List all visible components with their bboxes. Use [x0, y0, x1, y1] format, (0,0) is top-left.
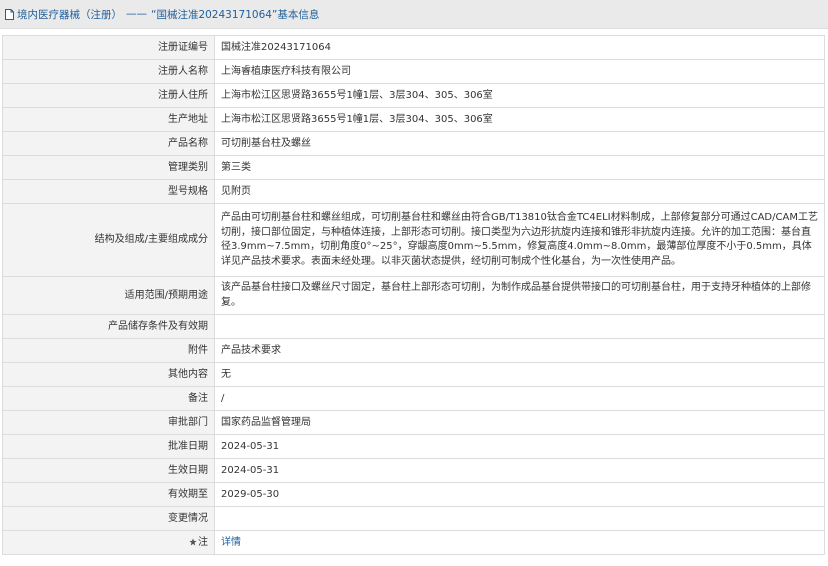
- breadcrumb-current: “国械注准20243171064”基本信息: [151, 8, 320, 21]
- row-label: 变更情况: [2, 506, 215, 531]
- row-label: 管理类别: [2, 155, 215, 180]
- row-value: 2024-05-31: [214, 458, 825, 483]
- table-row: 生效日期 2024-05-31: [2, 458, 825, 483]
- table-row: 批准日期 2024-05-31: [2, 434, 825, 459]
- row-value: [214, 314, 825, 339]
- row-value: [214, 506, 825, 531]
- details-link[interactable]: 详情: [221, 537, 241, 548]
- row-value: 2029-05-30: [214, 482, 825, 507]
- row-label: 生产地址: [2, 107, 215, 132]
- table-row: 产品储存条件及有效期: [2, 314, 825, 339]
- row-label: 审批部门: [2, 410, 215, 435]
- row-label: 批准日期: [2, 434, 215, 459]
- row-label: 备注: [2, 386, 215, 411]
- row-label: 产品名称: [2, 131, 215, 156]
- star-icon: [189, 537, 197, 545]
- breadcrumb-header: 境内医疗器械（注册） —— “国械注准20243171064”基本信息: [0, 0, 828, 29]
- table-row: 注册人住所 上海市松江区思贤路3655号1幢1层、3层304、305、306室: [2, 83, 825, 108]
- row-label: 产品储存条件及有效期: [2, 314, 215, 339]
- row-label: 注册证编号: [2, 35, 215, 60]
- row-value: 上海市松江区思贤路3655号1幢1层、3层304、305、306室: [214, 83, 825, 108]
- note-label: 注: [198, 536, 208, 548]
- row-label: 其他内容: [2, 362, 215, 387]
- table-row: 注册证编号 国械注准20243171064: [2, 35, 825, 60]
- row-value: 国械注准20243171064: [214, 35, 825, 60]
- row-value: 可切削基台柱及螺丝: [214, 131, 825, 156]
- row-value: 2024-05-31: [214, 434, 825, 459]
- table-row: 适用范围/预期用途 该产品基台柱接口及螺丝尺寸固定，基台柱上部形态可切削，为制作…: [2, 276, 825, 315]
- table-row: 附件 产品技术要求: [2, 338, 825, 363]
- table-row: 注册人名称 上海睿植康医疗科技有限公司: [2, 59, 825, 84]
- note-row: 注 详情: [2, 530, 825, 555]
- info-table: 注册证编号 国械注准20243171064 注册人名称 上海睿植康医疗科技有限公…: [2, 35, 825, 555]
- table-row: 生产地址 上海市松江区思贤路3655号1幢1层、3层304、305、306室: [2, 107, 825, 132]
- row-label: 适用范围/预期用途: [2, 276, 215, 315]
- row-label: 结构及组成/主要组成成分: [2, 203, 215, 277]
- row-value: 上海市松江区思贤路3655号1幢1层、3层304、305、306室: [214, 107, 825, 132]
- row-value: 见附页: [214, 179, 825, 204]
- table-row: 变更情况: [2, 506, 825, 531]
- table-row: 管理类别 第三类: [2, 155, 825, 180]
- note-value: 详情: [214, 530, 825, 555]
- row-value: 该产品基台柱接口及螺丝尺寸固定，基台柱上部形态可切削，为制作成品基台提供带接口的…: [214, 276, 825, 315]
- row-value: 无: [214, 362, 825, 387]
- row-value: 国家药品监督管理局: [214, 410, 825, 435]
- row-value: 产品技术要求: [214, 338, 825, 363]
- table-row: 产品名称 可切削基台柱及螺丝: [2, 131, 825, 156]
- table-row: 审批部门 国家药品监督管理局: [2, 410, 825, 435]
- table-row: 有效期至 2029-05-30: [2, 482, 825, 507]
- row-value: 第三类: [214, 155, 825, 180]
- table-row: 结构及组成/主要组成成分 产品由可切削基台柱和螺丝组成，可切削基台柱和螺丝由符合…: [2, 203, 825, 277]
- row-value: /: [214, 386, 825, 411]
- table-row: 型号规格 见附页: [2, 179, 825, 204]
- row-label: 有效期至: [2, 482, 215, 507]
- row-label: 生效日期: [2, 458, 215, 483]
- table-row: 其他内容 无: [2, 362, 825, 387]
- document-icon: [5, 8, 14, 20]
- breadcrumb-separator: ——: [126, 8, 147, 20]
- row-label: 附件: [2, 338, 215, 363]
- row-value: 产品由可切削基台柱和螺丝组成，可切削基台柱和螺丝由符合GB/T13810钛合金T…: [214, 203, 825, 277]
- row-label: 注册人住所: [2, 83, 215, 108]
- row-label: 型号规格: [2, 179, 215, 204]
- row-label: 注册人名称: [2, 59, 215, 84]
- table-row: 备注 /: [2, 386, 825, 411]
- breadcrumb-category[interactable]: 境内医疗器械（注册）: [17, 7, 122, 22]
- row-value: 上海睿植康医疗科技有限公司: [214, 59, 825, 84]
- note-label-cell: 注: [2, 530, 215, 555]
